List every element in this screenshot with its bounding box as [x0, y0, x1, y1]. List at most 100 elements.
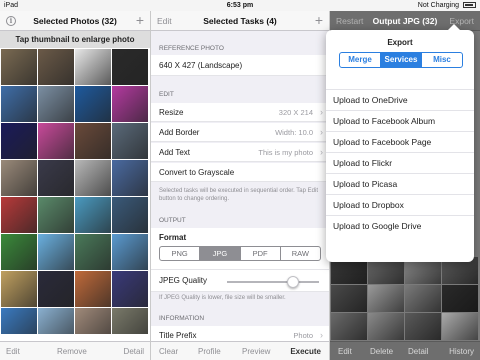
- output-edit-button[interactable]: Edit: [338, 342, 352, 360]
- output-thumbnail[interactable]: [368, 313, 404, 340]
- photo-thumbnail[interactable]: [75, 308, 111, 334]
- output-grid: [331, 257, 480, 341]
- popover-arrow: [448, 24, 460, 30]
- task-label: Add Border: [159, 128, 200, 137]
- photo-thumbnail[interactable]: [112, 308, 148, 334]
- reference-photo-value: 640 X 427 (Landscape): [151, 55, 329, 76]
- service-item[interactable]: Upload to Picasa: [326, 173, 474, 194]
- photo-thumbnail[interactable]: [112, 234, 148, 270]
- task-row-resize[interactable]: Resize 320 X 214 ›: [151, 103, 329, 122]
- jpeg-quality-label: JPEG Quality: [159, 276, 208, 285]
- task-value: Width: 10.0: [275, 128, 313, 137]
- photo-thumbnail[interactable]: [1, 49, 37, 85]
- battery-status: Not Charging: [418, 0, 476, 11]
- selected-photos-pane: i Selected Photos (32) + Tap thumbnail t…: [0, 11, 150, 360]
- clear-button[interactable]: Clear: [159, 342, 178, 360]
- task-row-add-text[interactable]: Add Text This is my photo ›: [151, 143, 329, 162]
- service-item[interactable]: Upload to Dropbox: [326, 194, 474, 215]
- photo-thumbnail[interactable]: [38, 86, 74, 122]
- clock: 6:53 pm: [226, 2, 254, 9]
- export-tab-misc[interactable]: Misc: [422, 53, 462, 67]
- middle-toolbar: Clear Profile Preview Execute: [151, 341, 329, 360]
- add-photo-button[interactable]: +: [136, 11, 144, 30]
- jpeg-quality-slider[interactable]: [227, 281, 319, 283]
- export-tabs: Merge Services Misc: [339, 52, 463, 68]
- task-label: Convert to Grayscale: [159, 168, 235, 177]
- photo-thumbnail[interactable]: [112, 271, 148, 307]
- export-tab-services[interactable]: Services: [381, 53, 422, 67]
- task-label: Add Text: [159, 148, 190, 157]
- format-option-jpg[interactable]: JPG: [200, 247, 241, 260]
- photo-thumbnail[interactable]: [1, 123, 37, 159]
- photo-thumbnail[interactable]: [112, 49, 148, 85]
- output-thumbnail[interactable]: [368, 285, 404, 312]
- preview-button[interactable]: Preview: [242, 342, 270, 360]
- add-task-button[interactable]: +: [315, 11, 323, 30]
- service-item[interactable]: Upload to OneDrive: [326, 89, 474, 110]
- service-item[interactable]: Upload to Google Drive: [326, 215, 474, 236]
- photo-thumbnail[interactable]: [38, 234, 74, 270]
- format-segmented-control: PNG JPG PDF RAW: [159, 246, 321, 261]
- output-thumbnail[interactable]: [405, 313, 441, 340]
- photo-thumbnail[interactable]: [112, 160, 148, 196]
- photo-thumbnail[interactable]: [38, 123, 74, 159]
- photo-thumbnail[interactable]: [38, 308, 74, 334]
- photo-thumbnail[interactable]: [1, 86, 37, 122]
- photo-thumbnail[interactable]: [38, 49, 74, 85]
- photo-thumbnail[interactable]: [75, 197, 111, 233]
- chevron-right-icon: ›: [320, 147, 323, 157]
- photo-thumbnail[interactable]: [38, 160, 74, 196]
- task-label: Resize: [159, 108, 184, 117]
- photo-thumbnail[interactable]: [75, 234, 111, 270]
- photo-thumbnail[interactable]: [1, 234, 37, 270]
- profile-button[interactable]: Profile: [198, 342, 221, 360]
- remove-button[interactable]: Remove: [57, 342, 87, 360]
- service-list: Upload to OneDrive Upload to Facebook Alb…: [326, 89, 474, 236]
- edit-button[interactable]: Edit: [6, 342, 20, 360]
- output-thumbnail[interactable]: [442, 285, 478, 312]
- photo-thumbnail[interactable]: [38, 197, 74, 233]
- selected-tasks-pane: Edit Selected Tasks (4) + REFERENCE PHOT…: [151, 11, 329, 360]
- photo-thumbnail[interactable]: [75, 123, 111, 159]
- format-option-png[interactable]: PNG: [160, 247, 201, 260]
- task-row-grayscale[interactable]: Convert to Grayscale: [151, 163, 329, 182]
- service-item[interactable]: Upload to Facebook Album: [326, 110, 474, 131]
- format-option-pdf[interactable]: PDF: [241, 247, 281, 260]
- photo-thumbnail[interactable]: [1, 197, 37, 233]
- battery-icon: [463, 2, 476, 9]
- status-bar: iPad 6:53 pm Not Charging: [0, 0, 480, 11]
- format-option-raw[interactable]: RAW: [281, 247, 320, 260]
- history-button[interactable]: History: [449, 342, 474, 360]
- middle-navbar: Edit Selected Tasks (4) +: [151, 11, 329, 31]
- middle-title: Selected Tasks (4): [203, 16, 277, 26]
- output-thumbnail[interactable]: [331, 285, 367, 312]
- photo-thumbnail[interactable]: [112, 197, 148, 233]
- photo-thumbnail[interactable]: [38, 271, 74, 307]
- detail-button[interactable]: Detail: [124, 342, 144, 360]
- charging-label: Not Charging: [417, 2, 460, 9]
- task-row-add-border[interactable]: Add Border Width: 10.0 ›: [151, 123, 329, 142]
- photo-thumbnail[interactable]: [112, 123, 148, 159]
- section-information: INFORMATION: [159, 315, 205, 322]
- photo-thumbnail[interactable]: [75, 271, 111, 307]
- left-toolbar: Edit Remove Detail: [0, 341, 150, 360]
- photo-thumbnail[interactable]: [1, 160, 37, 196]
- export-tab-merge[interactable]: Merge: [340, 53, 381, 67]
- photo-thumbnail[interactable]: [1, 271, 37, 307]
- execute-button[interactable]: Execute: [290, 342, 321, 360]
- photo-thumbnail[interactable]: [75, 86, 111, 122]
- photo-thumbnail[interactable]: [1, 308, 37, 334]
- output-thumbnail[interactable]: [331, 313, 367, 340]
- service-item[interactable]: Upload to Flickr: [326, 152, 474, 173]
- section-reference-photo: REFERENCE PHOTO: [159, 45, 224, 52]
- photo-thumbnail[interactable]: [75, 49, 111, 85]
- photo-thumbnail[interactable]: [75, 160, 111, 196]
- output-thumbnail[interactable]: [442, 313, 478, 340]
- output-detail-button[interactable]: Detail: [408, 342, 428, 360]
- delete-button[interactable]: Delete: [370, 342, 393, 360]
- service-item[interactable]: Upload to Facebook Page: [326, 131, 474, 152]
- output-thumbnail[interactable]: [405, 285, 441, 312]
- task-value: This is my photo: [258, 148, 313, 157]
- photo-thumbnail[interactable]: [112, 86, 148, 122]
- chevron-right-icon: ›: [320, 127, 323, 137]
